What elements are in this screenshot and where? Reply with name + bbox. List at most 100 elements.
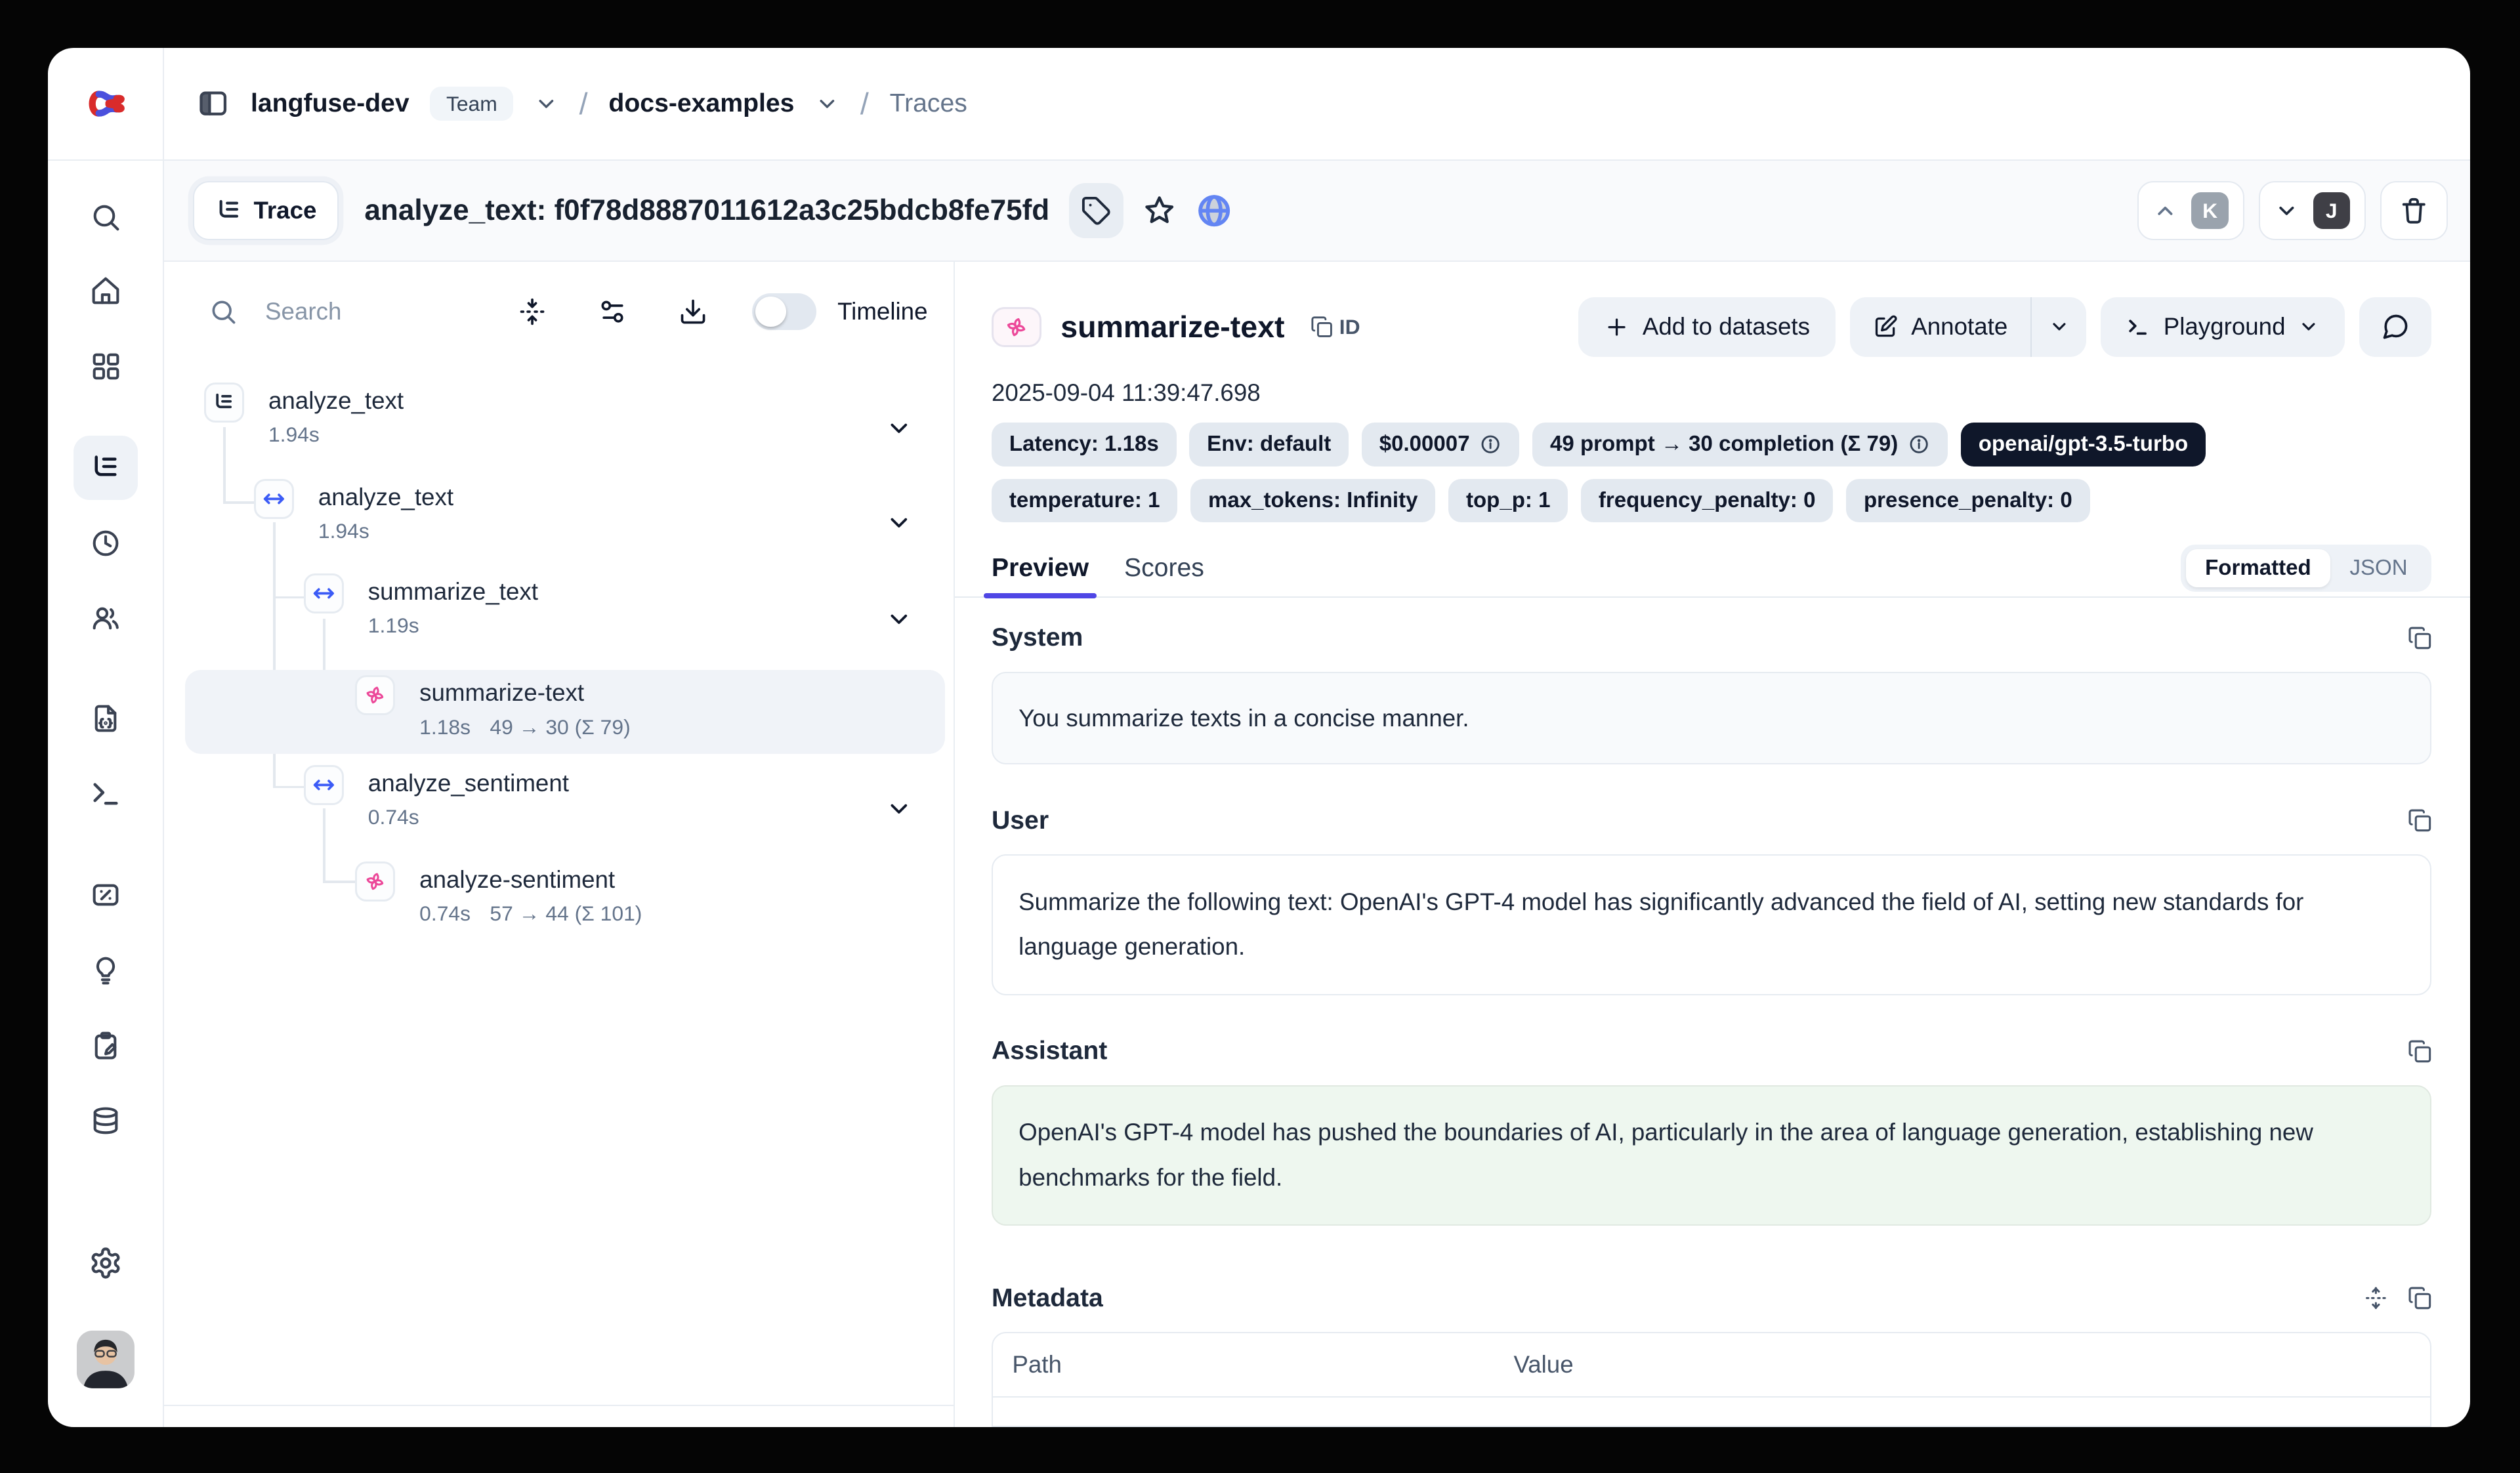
settings-gear-icon[interactable] (89, 1246, 122, 1279)
home-icon[interactable] (89, 275, 121, 307)
assistant-label: Assistant (992, 1037, 1107, 1066)
tree-row-trace[interactable]: analyze_text 1.94s (204, 383, 404, 447)
dashboard-icon[interactable] (89, 350, 121, 383)
format-json-option[interactable]: JSON (2330, 549, 2427, 587)
copy-id-button[interactable]: ID (1311, 315, 1360, 339)
info-icon[interactable] (1908, 433, 1930, 455)
tree-row-span[interactable]: analyze_sentiment 0.74s (304, 765, 569, 829)
node-label: analyze_text (268, 383, 404, 416)
breadcrumb-section[interactable]: Traces (890, 89, 967, 118)
trace-type-label: Trace (253, 197, 316, 224)
playground-button[interactable]: Playground (2101, 297, 2345, 357)
datasets-database-icon[interactable] (89, 1106, 121, 1138)
tree-row-span[interactable]: analyze_text 1.94s (254, 479, 453, 543)
project-type-badge: Team (430, 87, 513, 121)
tab-preview[interactable]: Preview (992, 540, 1089, 596)
span-icon (304, 765, 344, 805)
shortcut-key-j: J (2313, 192, 2350, 229)
tree-row-generation-selected[interactable]: summarize-text 1.18s 49 → 30 (Σ 79) (355, 675, 630, 739)
search-icon[interactable] (89, 201, 121, 233)
metadata-section-header: Metadata (992, 1284, 2431, 1313)
panel-toggle-icon[interactable] (196, 87, 230, 120)
search-icon (209, 297, 238, 326)
stage: langfuse-dev Team / docs-examples / Trac… (0, 0, 2520, 1473)
next-trace-button[interactable]: J (2259, 181, 2366, 241)
annotation-clipboard-icon[interactable] (89, 1030, 121, 1062)
format-formatted-option[interactable]: Formatted (2186, 549, 2330, 587)
copy-icon[interactable] (2408, 1039, 2432, 1064)
chevron-down-icon[interactable] (885, 509, 913, 537)
system-message: You summarize texts in a concise manner. (992, 672, 2431, 764)
chevron-down-icon[interactable] (534, 92, 558, 116)
playground-terminal-icon[interactable] (89, 778, 121, 810)
user-section-header: User (992, 806, 2431, 835)
info-icon[interactable] (1479, 433, 1502, 455)
chevron-down-icon[interactable] (815, 92, 839, 116)
tree-connector (223, 501, 254, 504)
prev-trace-button[interactable]: K (2137, 181, 2244, 241)
prompts-file-icon[interactable] (89, 702, 121, 734)
tree-row-generation[interactable]: analyze-sentiment 0.74s 57 → 44 (Σ 101) (355, 861, 642, 926)
chevron-down-icon[interactable] (885, 606, 913, 633)
breadcrumb-environment[interactable]: docs-examples (608, 89, 794, 118)
shortcut-key-k: K (2191, 192, 2228, 229)
node-label: analyze_sentiment (368, 765, 569, 799)
sidebar-rail (48, 161, 163, 1427)
tree-panel-divider (164, 1405, 954, 1406)
delete-trace-button[interactable] (2380, 181, 2448, 241)
search-input[interactable] (262, 297, 455, 327)
add-to-datasets-button[interactable]: Add to datasets (1578, 297, 1836, 357)
annotate-dropdown-button[interactable] (2032, 297, 2086, 357)
breadcrumb: langfuse-dev Team / docs-examples / Trac… (164, 48, 967, 159)
top-bar: langfuse-dev Team / docs-examples / Trac… (48, 48, 2470, 160)
copy-icon[interactable] (2408, 808, 2432, 833)
tracing-tree-icon[interactable] (89, 451, 121, 484)
annotate-button[interactable]: Annotate (1850, 297, 2030, 357)
comments-button[interactable] (2359, 297, 2431, 357)
metadata-col-value: Value (1513, 1351, 2411, 1379)
annotate-split-button: Annotate (1850, 297, 2086, 357)
collapse-all-icon[interactable] (518, 297, 547, 326)
star-icon[interactable] (1143, 194, 1176, 227)
node-duration: 0.74s (419, 902, 471, 926)
scores-icon[interactable] (89, 879, 121, 911)
chevron-down-icon[interactable] (885, 795, 913, 823)
copy-icon (1311, 316, 1333, 338)
node-duration: 1.94s (318, 519, 369, 543)
node-duration: 1.94s (268, 423, 320, 447)
download-icon[interactable] (679, 297, 707, 326)
model-badge[interactable]: openai/gpt-3.5-turbo (1961, 423, 2206, 466)
timeline-toggle[interactable] (752, 293, 816, 330)
trace-type-button[interactable]: Trace (193, 181, 339, 241)
breadcrumb-project[interactable]: langfuse-dev (251, 89, 410, 118)
observation-title: summarize-text (1060, 309, 1284, 344)
chevron-down-icon[interactable] (885, 415, 913, 442)
copy-icon[interactable] (2408, 1286, 2432, 1310)
assistant-message: OpenAI's GPT-4 model has pushed the boun… (992, 1085, 2431, 1226)
users-icon[interactable] (89, 602, 121, 634)
tree-row-span[interactable]: summarize_text 1.19s (304, 573, 538, 638)
model-parameter-badges: temperature: 1 max_tokens: Infinity top_… (992, 479, 2431, 522)
breadcrumb-separator: / (860, 86, 869, 121)
tag-icon[interactable] (1069, 183, 1124, 238)
tab-scores[interactable]: Scores (1124, 540, 1204, 596)
trace-tree-icon (215, 197, 243, 224)
expand-icon[interactable] (2364, 1286, 2388, 1310)
assistant-section-header: Assistant (992, 1037, 2431, 1066)
node-label: summarize_text (368, 573, 538, 607)
insights-lightbulb-icon[interactable] (89, 955, 121, 987)
app-window: langfuse-dev Team / docs-examples / Trac… (48, 48, 2470, 1426)
trace-tree-panel: Timeline (164, 262, 955, 1427)
chevron-down-icon (2049, 316, 2070, 337)
public-globe-icon[interactable] (1196, 192, 1232, 229)
sessions-clock-icon[interactable] (89, 527, 121, 559)
format-toggle: Formatted JSON (2181, 545, 2431, 592)
span-icon (304, 573, 344, 613)
tree-settings-icon[interactable] (598, 297, 627, 326)
user-label: User (992, 806, 1049, 835)
generation-icon (355, 861, 395, 902)
copy-icon[interactable] (2408, 626, 2432, 650)
terminal-icon (2126, 315, 2151, 339)
tree-search[interactable] (209, 297, 455, 327)
avatar[interactable] (77, 1331, 135, 1388)
